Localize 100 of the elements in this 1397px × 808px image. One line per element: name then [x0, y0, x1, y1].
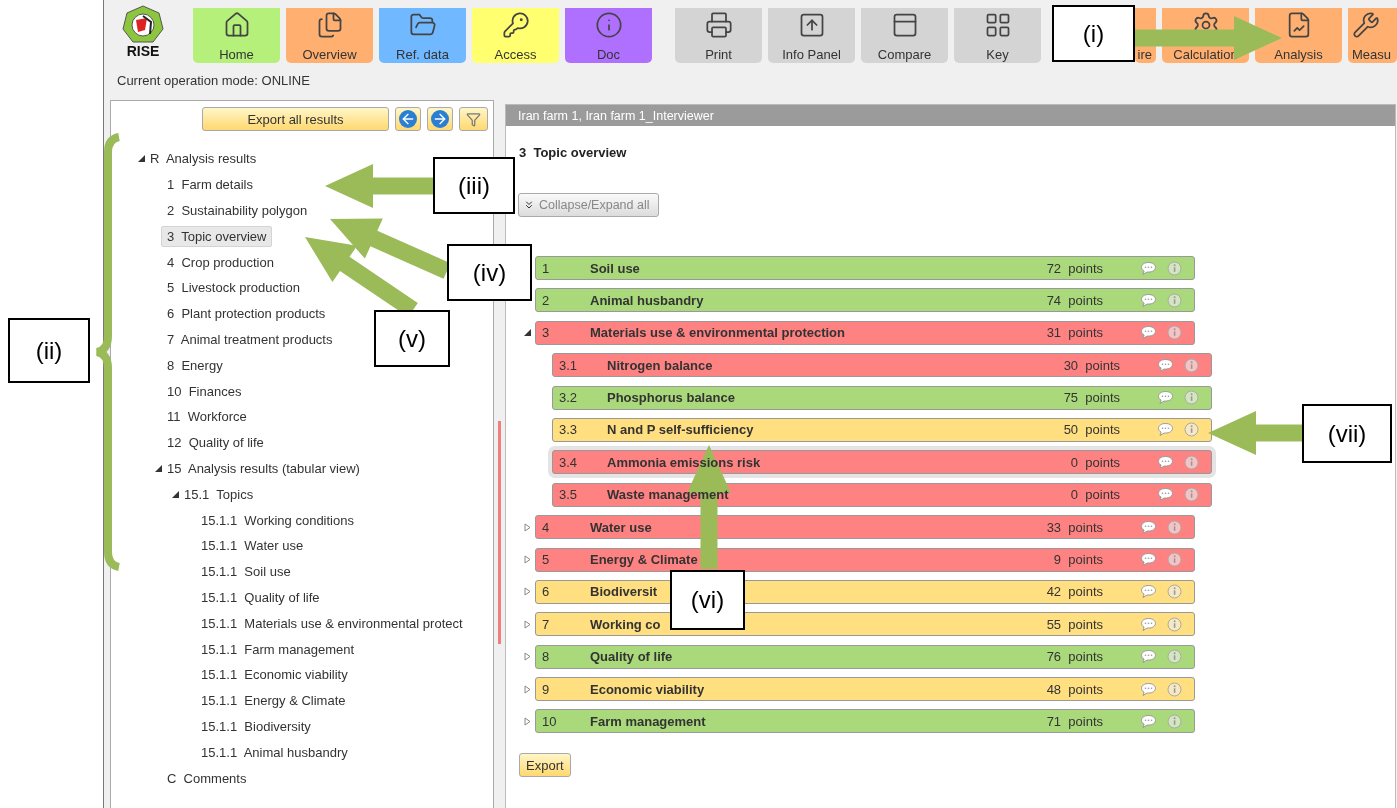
expand-triangle-icon[interactable] [522, 555, 532, 564]
tree-item[interactable]: 15 Analysis results (tabular view) [161, 457, 366, 479]
info-icon[interactable] [1167, 713, 1182, 729]
tree-item[interactable]: 8 Energy [161, 354, 229, 376]
toolbar-button[interactable]: Access [472, 8, 559, 63]
topic-row[interactable]: 1 Soil use 72 points [535, 256, 1195, 280]
info-icon[interactable] [1167, 552, 1182, 567]
tree-item[interactable]: 15.1.1 Economic viability [195, 664, 354, 686]
expand-triangle-icon[interactable] [522, 619, 532, 629]
topic-row[interactable]: 5 Energy & Climate 9 points [535, 547, 1195, 572]
tree-item[interactable]: 5 Livestock production [161, 277, 306, 299]
topic-title: Energy & Climate [590, 552, 699, 567]
topic-row[interactable]: 4 Water use 33 points [535, 515, 1195, 540]
toolbar-button[interactable]: Print [675, 8, 762, 63]
tree-item[interactable]: 10 Finances [161, 380, 248, 402]
collapse-triangle-icon[interactable] [153, 463, 163, 473]
toolbar-button[interactable]: Analysis [1255, 8, 1342, 63]
tree-item[interactable]: C Comments [161, 767, 253, 789]
topic-row[interactable]: 3.5 Waste management 0 points [552, 482, 1212, 507]
info-icon[interactable] [1184, 357, 1199, 373]
tree-item[interactable]: 3 Topic overview [161, 225, 273, 247]
collapse-triangle-icon[interactable] [170, 489, 180, 499]
toolbar-button[interactable]: Ref. data [379, 8, 466, 63]
info-icon[interactable] [1167, 325, 1182, 341]
export-button[interactable]: Export [519, 753, 571, 778]
comment-icon[interactable] [1140, 552, 1157, 567]
tree-item[interactable]: 6 Plant protection products [161, 303, 332, 325]
comment-icon[interactable] [1157, 357, 1174, 373]
comment-icon[interactable] [1140, 292, 1157, 308]
comment-icon[interactable] [1140, 681, 1157, 697]
topic-row[interactable]: 10 Farm management 71 points [535, 709, 1195, 734]
info-icon[interactable] [1184, 454, 1199, 470]
filter-button[interactable] [459, 107, 488, 131]
tree-item[interactable]: 15.1.1 Working conditions [195, 509, 360, 531]
tree-item[interactable]: 2 Sustainability polygon [161, 200, 314, 221]
collapse-triangle-icon[interactable] [136, 154, 146, 164]
toolbar-button[interactable]: Overview [286, 8, 373, 63]
topic-row[interactable]: 3 Materials use & environmental protection 31 points [535, 320, 1195, 345]
scrollbar[interactable] [498, 421, 501, 644]
comment-icon[interactable] [1157, 487, 1174, 503]
tree-item[interactable]: 15.1.1 Materials use & environmental protect [195, 612, 469, 634]
toolbar-button[interactable]: Info Panel [768, 8, 855, 63]
comment-icon[interactable] [1140, 584, 1157, 600]
info-icon[interactable] [1167, 616, 1182, 632]
tree-item[interactable]: R Analysis results [144, 148, 263, 170]
info-icon[interactable] [1184, 487, 1199, 503]
toolbar-button[interactable]: Key [954, 8, 1041, 63]
toolbar-icon [501, 11, 530, 39]
topic-row[interactable]: 9 Economic viability 48 points [535, 677, 1195, 702]
tree-item[interactable]: 15.1.1 Biodiversity [195, 715, 317, 737]
comment-icon[interactable] [1140, 713, 1157, 729]
info-icon[interactable] [1184, 390, 1199, 406]
info-icon[interactable] [1167, 649, 1182, 665]
toolbar-button[interactable]: Doc [565, 8, 652, 63]
info-icon[interactable] [1167, 260, 1182, 276]
comment-icon[interactable] [1140, 325, 1157, 341]
comment-icon[interactable] [1140, 260, 1157, 276]
toolbar-button[interactable]: Measu [1348, 8, 1397, 63]
topic-points: 71 points [1046, 713, 1103, 729]
topic-row[interactable]: 7 Working co 55 points [535, 612, 1195, 637]
info-icon[interactable] [1167, 519, 1182, 535]
export-all-button[interactable]: Export all results [202, 107, 389, 131]
topic-row[interactable]: 2 Animal husbandry 74 points [535, 288, 1195, 313]
comment-icon[interactable] [1157, 422, 1174, 438]
info-icon[interactable] [1167, 292, 1182, 308]
collapse-triangle-icon[interactable] [522, 328, 532, 338]
expand-triangle-icon[interactable] [522, 587, 532, 597]
tree-item[interactable]: 4 Crop production [161, 251, 280, 273]
topic-row[interactable]: 3.3 N and P self-sufficiency 50 points [552, 417, 1212, 442]
expand-triangle-icon[interactable] [522, 684, 532, 694]
comment-icon[interactable] [1140, 519, 1157, 535]
tree-item[interactable]: 15.1.1 Animal husbandry [195, 741, 354, 763]
forward-button[interactable] [427, 107, 453, 131]
tree-item[interactable]: 15.1.1 Farm management [195, 638, 361, 660]
info-icon[interactable] [1167, 681, 1182, 697]
topic-row[interactable]: 3.1 Nitrogen balance 30 points [552, 353, 1212, 378]
tree-item[interactable]: 15.1.1 Water use [195, 535, 310, 557]
section-title: 3 Topic overview [519, 145, 628, 160]
comment-icon[interactable] [1157, 454, 1174, 470]
comment-icon[interactable] [1140, 616, 1157, 632]
toolbar-button[interactable]: Compare [861, 8, 948, 63]
info-icon[interactable] [1184, 422, 1199, 438]
topic-row[interactable]: 3.2 Phosphorus balance 75 points [552, 385, 1212, 410]
tree-item[interactable]: 1 Farm details [161, 174, 259, 196]
expand-triangle-icon[interactable] [522, 652, 532, 662]
topic-row[interactable]: 8 Quality of life 76 points [535, 644, 1195, 669]
expand-triangle-icon[interactable] [522, 522, 532, 532]
info-icon[interactable] [1167, 584, 1182, 600]
tree-item[interactable]: 15.1.1 Quality of life [195, 586, 326, 608]
comment-icon[interactable] [1140, 649, 1157, 665]
comment-icon[interactable] [1157, 390, 1174, 406]
tree-item[interactable]: 15.1.1 Soil use [195, 561, 297, 583]
back-button[interactable] [395, 107, 421, 131]
tree-item[interactable]: 7 Animal treatment products [161, 328, 339, 350]
tree-item[interactable]: 12 Quality of life [161, 432, 270, 454]
tree-item[interactable]: 15.1.1 Energy & Climate [195, 690, 352, 712]
tree-item[interactable]: 15.1 Topics [178, 483, 260, 505]
expand-triangle-icon[interactable] [522, 716, 532, 726]
toolbar-button[interactable]: Home [193, 8, 280, 63]
tree-item[interactable]: 11 Workforce [161, 406, 253, 428]
